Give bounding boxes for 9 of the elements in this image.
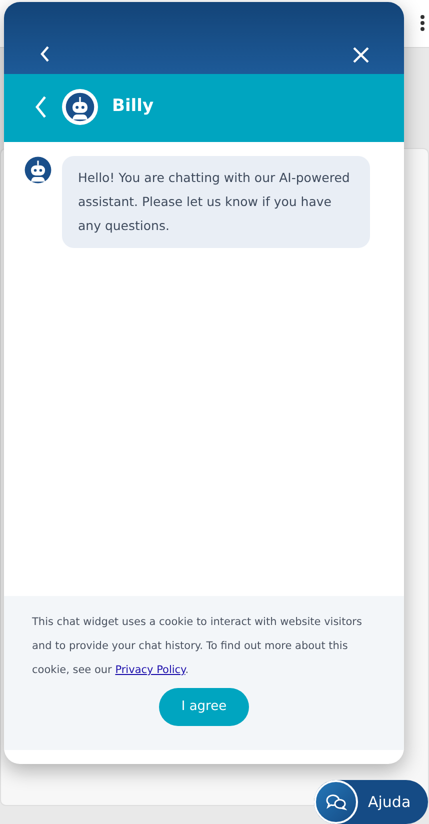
cookie-notice: This chat widget uses a cookie to interact with website visitors and to provide your chat history. To find out more about this cookie, see our Privacy Policy. — [32, 615, 363, 678]
back-button[interactable] — [38, 44, 52, 64]
close-button[interactable] — [352, 46, 370, 64]
message-bubble: Hello! You are chatting with our AI-powered assistant. Please let us know if you have any questions. — [62, 156, 370, 248]
privacy-policy-link[interactable]: Privacy Policy — [115, 664, 186, 676]
robot-icon — [24, 156, 52, 184]
more-icon[interactable] — [420, 14, 425, 32]
agent-name: Billy — [112, 95, 154, 118]
help-button[interactable]: Ajuda — [314, 780, 428, 824]
